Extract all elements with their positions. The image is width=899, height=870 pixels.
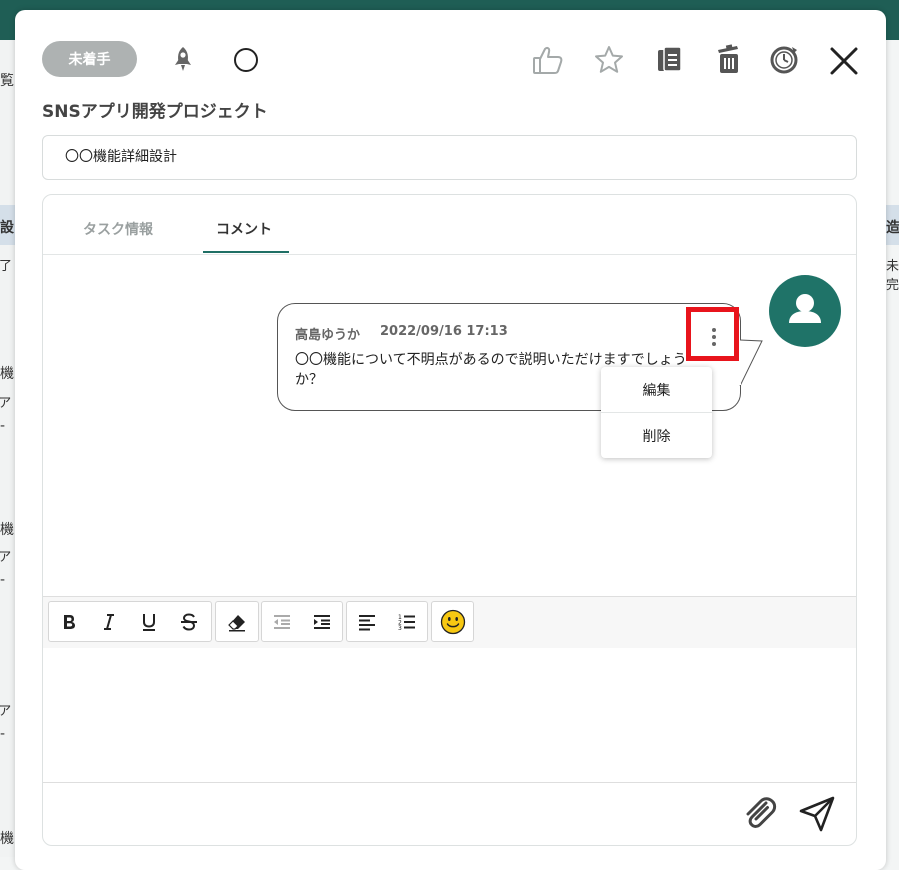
strikethrough-button[interactable] [169, 602, 209, 641]
background-text: 完了 [0, 259, 13, 274]
background-text: 細設 [0, 220, 14, 236]
background-text: SNSア [0, 396, 12, 411]
background-text: 未完 [886, 259, 899, 293]
close-icon[interactable] [827, 44, 861, 78]
smiley-icon [440, 609, 466, 634]
status-badge[interactable]: 未着手 [42, 41, 137, 77]
bold-button[interactable] [49, 602, 89, 641]
ordered-list-button[interactable]: 123 [387, 602, 427, 641]
background-text: - [0, 418, 6, 434]
tab-task-info[interactable]: タスク情報 [83, 219, 153, 239]
background-text: 機 [0, 831, 14, 847]
indent-button[interactable] [302, 602, 342, 641]
comment-timestamp: 2022/09/16 17:13 [380, 324, 508, 339]
underline-button[interactable] [129, 602, 169, 641]
background-text: - [0, 726, 6, 742]
attach-button[interactable] [740, 794, 780, 834]
highlight-box [686, 307, 739, 361]
tab-bar: タスク情報 コメント [43, 195, 856, 255]
paragraph-group: 123 [346, 601, 428, 642]
background-text: 機 [0, 522, 14, 538]
background-text: - [0, 572, 6, 588]
comment-author: 高島ゆうか [295, 328, 361, 343]
format-group [48, 601, 212, 642]
indent-icon [314, 614, 330, 629]
send-icon [799, 796, 835, 832]
outdent-icon [274, 614, 290, 629]
tab-comment[interactable]: コメント [216, 219, 272, 239]
project-title: SNSアプリ開発プロジェクト [42, 102, 268, 122]
background-text: SNSア [0, 550, 12, 565]
eraser-icon [228, 614, 245, 631]
italic-button[interactable] [89, 602, 129, 641]
bold-icon [64, 614, 75, 629]
background-text: 覧 [0, 73, 14, 89]
bubble-tail [738, 339, 763, 387]
background-text: の機 [0, 366, 14, 382]
paperclip-icon [746, 797, 777, 828]
background-text: SNSア [0, 704, 12, 719]
comment-editor[interactable] [43, 648, 856, 783]
clear-format-group [215, 601, 259, 642]
star-icon[interactable] [591, 42, 627, 78]
indent-group [261, 601, 343, 642]
background-text: 造 [886, 220, 899, 236]
trash-icon[interactable] [713, 41, 745, 77]
outdent-button[interactable] [262, 602, 302, 641]
circle-icon[interactable] [231, 45, 261, 75]
avatar [769, 275, 841, 347]
thumbs-up-icon[interactable] [530, 43, 566, 77]
align-left-icon [359, 614, 375, 630]
underline-icon [143, 613, 155, 631]
emoji-button[interactable] [433, 602, 473, 641]
task-detail-modal: 未着手 SNSアプリ開発プロジェクト 〇〇機能詳細設計 タスク情報 コメント 高… [15, 10, 886, 870]
eraser-button[interactable] [217, 602, 257, 641]
send-button[interactable] [796, 793, 838, 835]
editor-toolbar: 123 [43, 596, 856, 649]
active-tab-indicator [203, 251, 289, 253]
task-title-field[interactable]: 〇〇機能詳細設計 [42, 135, 857, 180]
comment-context-menu: 編集 削除 [601, 367, 712, 458]
ordered-list-icon: 123 [398, 614, 415, 632]
menu-item-edit[interactable]: 編集 [601, 367, 712, 412]
italic-icon [104, 613, 114, 630]
emoji-group [431, 601, 474, 642]
timer-icon[interactable] [767, 42, 801, 76]
user-icon [789, 294, 821, 323]
strikethrough-icon [181, 612, 197, 631]
svg-text:3: 3 [398, 625, 402, 632]
menu-item-delete[interactable]: 削除 [601, 413, 712, 458]
task-panel: タスク情報 コメント 高島ゆうか 2022/09/16 17:13 〇〇機能につ… [42, 194, 857, 846]
rocket-icon[interactable] [168, 44, 198, 74]
copy-icon[interactable] [653, 43, 687, 77]
align-left-button[interactable] [347, 602, 387, 641]
